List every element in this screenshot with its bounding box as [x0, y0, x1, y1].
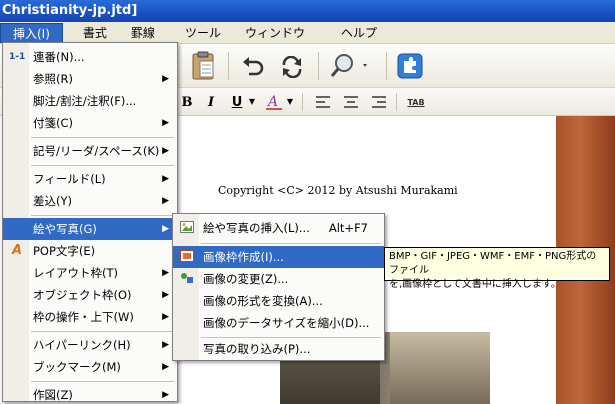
menu-item-merge[interactable]: 差込(Y) ▶ — [3, 190, 177, 212]
submenu-arrow-icon: ▶ — [162, 312, 169, 322]
align-left-icon[interactable] — [314, 93, 332, 111]
submenu-arrow-icon: ▶ — [162, 174, 169, 184]
italic-button[interactable]: I — [202, 92, 220, 112]
underline-dropdown-icon[interactable]: ▼ — [248, 96, 256, 106]
tab-button[interactable]: TAB — [404, 93, 428, 111]
image-frame-icon — [179, 250, 195, 264]
submenu-arrow-icon: ▶ — [162, 74, 169, 84]
menu-bar: 挿入(I) 書式 罫線 ツール ウィンドウ ヘルプ — [0, 22, 615, 44]
align-center-icon[interactable] — [342, 93, 360, 111]
menu-window[interactable]: ウィンドウ — [233, 23, 317, 43]
font-color-dropdown-icon[interactable]: ▼ — [286, 96, 294, 106]
statue-photo-right — [390, 332, 490, 404]
copyright-text: Copyright <C> 2012 by Atsushi Murakami — [218, 184, 458, 197]
change-image-icon — [179, 272, 195, 286]
submenu-arrow-icon: ▶ — [162, 118, 169, 128]
undo-icon[interactable] — [240, 54, 266, 80]
menu-item-pictures[interactable]: 絵や写真(G) ▶ — [3, 218, 177, 240]
submenu-arrow-icon: ▶ — [162, 146, 169, 156]
menu-item-numbering[interactable]: 1-1 連番(N)... — [3, 46, 177, 68]
menu-item-hyperlink[interactable]: ハイパーリンク(H) ▶ — [3, 334, 177, 356]
menu-insert[interactable]: 挿入(I) — [0, 22, 63, 43]
submenu-arrow-icon: ▶ — [162, 290, 169, 300]
tooltip-line-2: を,画像枠として文書中に挿入します。 — [389, 279, 561, 290]
submenu-arrow-icon: ▶ — [162, 196, 169, 206]
numbering-icon: 1-1 — [9, 52, 26, 62]
insert-menu: 1-1 連番(N)... 参照(R) ▶ 脚注/割注/注釈(F)... 付箋(C)… — [2, 42, 178, 402]
submenu-item-reduce-size[interactable]: 画像のデータサイズを縮小(D)... — [173, 312, 384, 334]
tooltip: BMP・GIF・JPEG・WMF・EMF・PNG形式のファイル を,画像枠として… — [384, 247, 610, 290]
submenu-arrow-icon: ▶ — [162, 362, 169, 372]
menu-item-footnote[interactable]: 脚注/割注/注釈(F)... — [3, 90, 177, 112]
menu-ruled-lines[interactable]: 罫線 — [119, 23, 167, 43]
menu-help[interactable]: ヘルプ — [329, 23, 389, 43]
svg-text:A: A — [266, 94, 278, 110]
pictures-submenu: 絵や写真の挿入(L)... Alt+F7 画像枠作成(I)... 画像の変更(Z… — [172, 213, 385, 361]
submenu-arrow-icon: ▶ — [162, 340, 169, 350]
submenu-item-import-photo[interactable]: 写真の取り込み(P)... — [173, 338, 384, 360]
paste-icon[interactable] — [188, 50, 218, 82]
menu-item-object-frame[interactable]: オブジェクト枠(O) ▶ — [3, 284, 177, 306]
submenu-item-create-image-frame[interactable]: 画像枠作成(I)... — [173, 246, 384, 268]
submenu-arrow-icon: ▶ — [162, 268, 169, 278]
plugin-icon[interactable] — [396, 52, 424, 80]
submenu-arrow-icon: ▶ — [162, 390, 169, 400]
menu-item-drawing[interactable]: 作図(Z) ▶ — [3, 384, 177, 404]
menu-item-pop-text[interactable]: A POP文字(E) — [3, 240, 177, 262]
bold-button[interactable]: B — [178, 92, 196, 112]
tooltip-line-1: BMP・GIF・JPEG・WMF・EMF・PNG形式のファイル — [389, 251, 597, 276]
menu-item-frame-ops[interactable]: 枠の操作・上下(W) ▶ — [3, 306, 177, 328]
menu-item-reference[interactable]: 参照(R) ▶ — [3, 68, 177, 90]
menu-item-field[interactable]: フィールド(L) ▶ — [3, 168, 177, 190]
menu-item-sticky-note[interactable]: 付箋(C) ▶ — [3, 112, 177, 134]
insert-picture-icon — [179, 221, 195, 235]
pop-text-icon: A — [11, 243, 23, 258]
menu-item-bookmark[interactable]: ブックマーク(M) ▶ — [3, 356, 177, 378]
redo-icon[interactable] — [278, 54, 306, 80]
font-color-icon[interactable]: A — [264, 92, 284, 112]
window-title: Christianity-jp.jtd] — [0, 0, 615, 22]
menu-item-symbol[interactable]: 記号/リーダ/スペース(K) ▶ — [3, 140, 177, 162]
underline-button[interactable]: U — [228, 92, 246, 112]
menu-item-layout-frame[interactable]: レイアウト枠(T) ▶ — [3, 262, 177, 284]
search-icon[interactable] — [330, 52, 370, 80]
align-right-icon[interactable] — [370, 93, 388, 111]
submenu-arrow-icon: ▶ — [162, 224, 169, 234]
menu-format[interactable]: 書式 — [71, 23, 119, 43]
submenu-item-change-image[interactable]: 画像の変更(Z)... — [173, 268, 384, 290]
menu-tools[interactable]: ツール — [173, 23, 233, 43]
submenu-item-convert-format[interactable]: 画像の形式を変換(A)... — [173, 290, 384, 312]
submenu-item-insert-picture[interactable]: 絵や写真の挿入(L)... Alt+F7 — [173, 217, 384, 239]
